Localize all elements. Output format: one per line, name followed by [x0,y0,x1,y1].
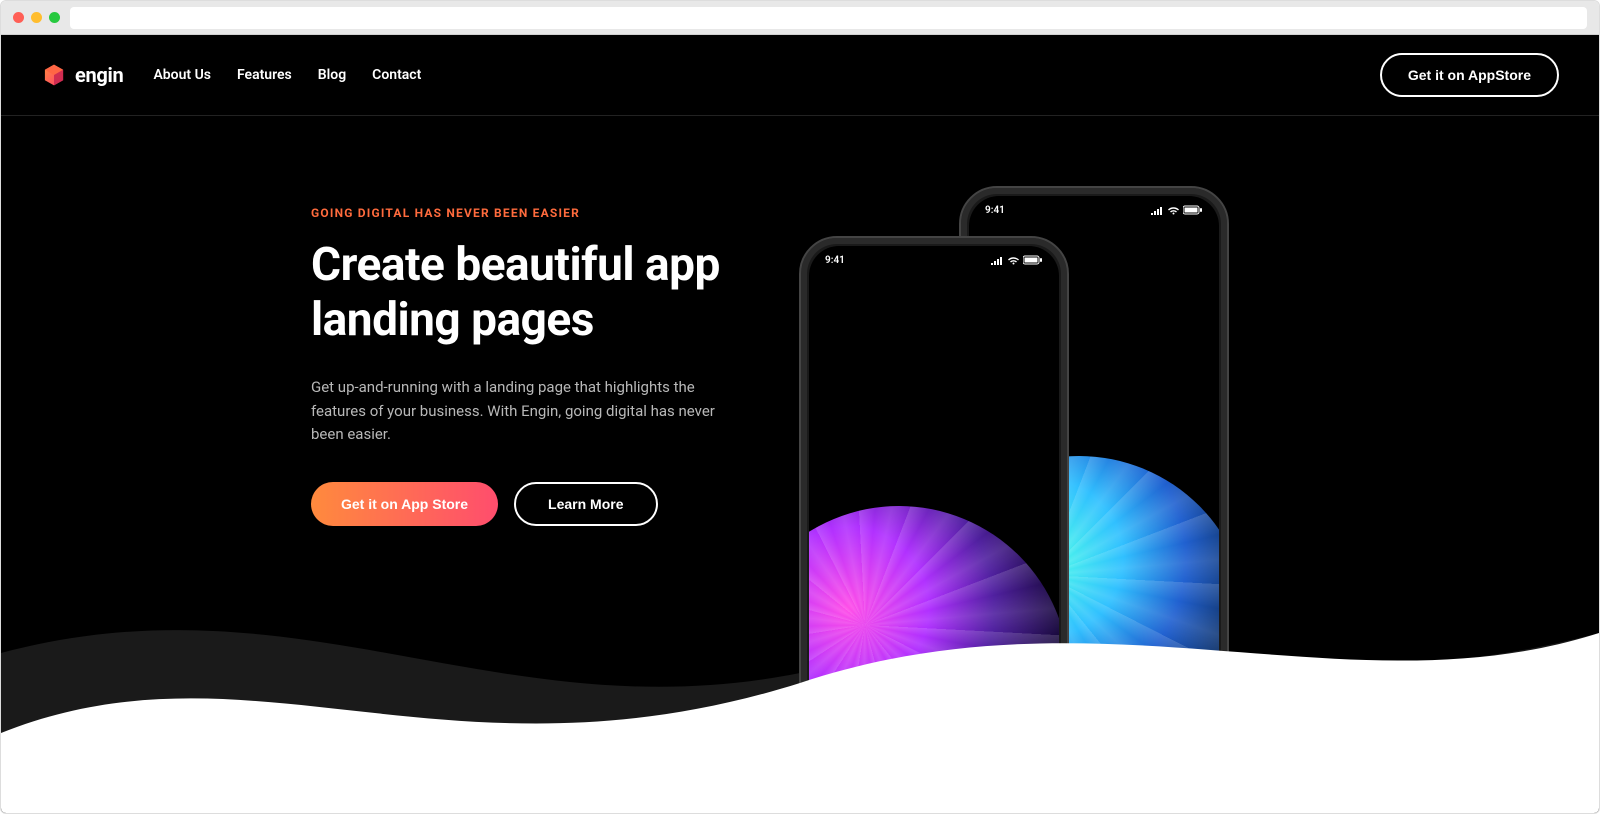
hero-secondary-button[interactable]: Learn More [514,482,657,526]
browser-frame: engin About Us Features Blog Contact Get… [0,0,1600,814]
hero-headline: Create beautiful app landing pages [311,238,791,348]
hero-subtext: Get up-and-running with a landing page t… [311,376,741,446]
nav-link-blog[interactable]: Blog [318,67,346,83]
nav-cta-button[interactable]: Get it on AppStore [1380,53,1559,97]
phone-time: 9:41 [825,255,845,266]
phone-notch-icon [1034,196,1154,218]
logo[interactable]: engin [41,62,123,88]
navbar: engin About Us Features Blog Contact Get… [1,35,1599,116]
hero-primary-button[interactable]: Get it on App Store [311,482,498,526]
nav-link-about[interactable]: About Us [153,67,211,83]
page-content: engin About Us Features Blog Contact Get… [1,35,1599,813]
wave-white-decoration [1,573,1599,813]
minimize-window-icon[interactable] [31,12,42,23]
nav-left: engin About Us Features Blog Contact [41,62,421,88]
phone-time: 9:41 [985,205,1005,216]
close-window-icon[interactable] [13,12,24,23]
wifi-icon [1007,256,1020,265]
nav-link-contact[interactable]: Contact [372,67,421,83]
nav-link-features[interactable]: Features [237,67,292,83]
phone-notch-icon [874,246,994,268]
hero-eyebrow: GOING DIGITAL HAS NEVER BEEN EASIER [311,206,791,220]
phone-status-icons [990,255,1043,265]
maximize-window-icon[interactable] [49,12,60,23]
nav-links: About Us Features Blog Contact [153,67,421,83]
battery-icon [1023,255,1043,265]
phone-status-icons [1150,205,1203,215]
battery-icon [1183,205,1203,215]
wifi-icon [1167,206,1180,215]
logo-text: engin [75,63,123,87]
hero-cta-row: Get it on App Store Learn More [311,482,791,526]
url-bar[interactable] [70,7,1587,29]
logo-icon [41,62,67,88]
browser-titlebar [1,1,1599,35]
window-controls [13,12,60,23]
